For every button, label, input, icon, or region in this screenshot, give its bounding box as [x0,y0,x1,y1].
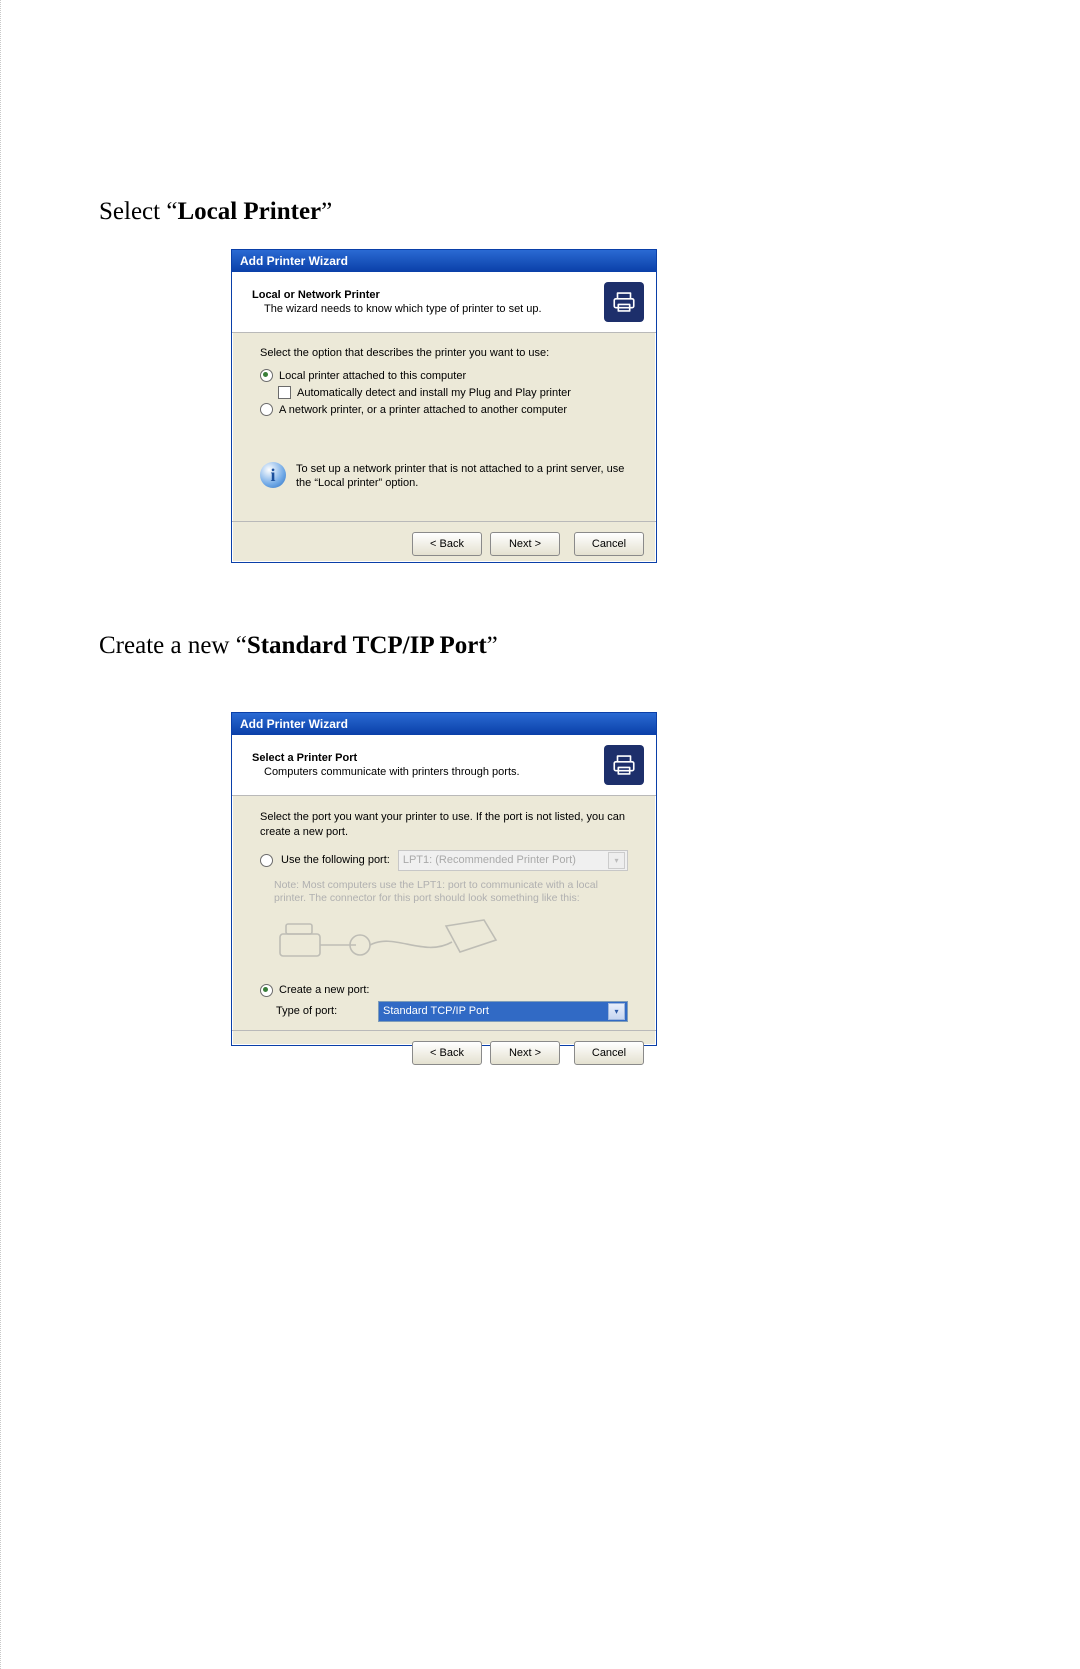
printer-icon [604,745,644,785]
text: ” [487,632,498,659]
button-label: Cancel [592,1047,626,1059]
select-value: Standard TCP/IP Port [383,1005,489,1017]
dialog-button-row: < Back Next > Cancel [232,522,656,568]
instruction-2: Create a new “Standard TCP/IP Port” [99,632,498,660]
text-bold: Local Printer [177,198,321,225]
back-button[interactable]: < Back [412,532,482,556]
dialog-prompt: Select the port you want your printer to… [260,810,628,840]
port-type-row: Type of port: Standard TCP/IP Port ▾ [260,1001,628,1022]
port-select-disabled: LPT1: (Recommended Printer Port) ▾ [398,850,628,871]
chevron-down-icon: ▾ [608,1003,625,1020]
dialog-title: Add Printer Wizard [240,717,348,731]
chevron-down-icon: ▾ [608,852,625,869]
field-label: Type of port: [276,1005,370,1017]
radio-network-printer[interactable]: A network printer, or a printer attached… [260,403,628,416]
radio-label: Create a new port: [279,984,370,996]
cancel-button[interactable]: Cancel [574,532,644,556]
document-page: Select “Local Printer” Add Printer Wizar… [0,0,1080,1669]
dialog-prompt: Select the option that describes the pri… [260,347,628,359]
printer-icon [604,282,644,322]
checkbox-auto-detect[interactable]: Automatically detect and install my Plug… [278,386,628,399]
button-label: < Back [430,538,464,550]
instruction-1: Select “Local Printer” [99,198,332,226]
dialog-heading: Select a Printer Port [252,752,520,764]
text: ” [321,198,332,225]
info-icon: i [260,462,286,488]
dialog-heading: Local or Network Printer [252,289,542,301]
dialog-body: Select the port you want your printer to… [232,796,656,1030]
radio-use-following-port[interactable]: Use the following port: LPT1: (Recommend… [260,850,628,871]
button-label: Next > [509,1047,541,1059]
dialog-select-printer-port: Add Printer Wizard Select a Printer Port… [231,712,657,1046]
dialog-titlebar: Add Printer Wizard [232,250,656,272]
dialog-titlebar: Add Printer Wizard [232,713,656,735]
radio-label: Local printer attached to this computer [279,370,466,382]
radio-local-printer[interactable]: Local printer attached to this computer [260,369,628,382]
radio-create-new-port[interactable]: Create a new port: [260,984,628,997]
dialog-title: Add Printer Wizard [240,254,348,268]
next-button[interactable]: Next > [490,532,560,556]
radio-icon [260,403,273,416]
dialog-header-text: Local or Network Printer The wizard need… [252,289,542,315]
next-button[interactable]: Next > [490,1041,560,1065]
dialog-local-or-network: Add Printer Wizard Local or Network Prin… [231,249,657,563]
dialog-subheading: Computers communicate with printers thro… [264,766,520,778]
text: Create a new “ [99,632,247,659]
dialog-header-text: Select a Printer Port Computers communic… [252,752,520,778]
connector-illustration [274,912,628,974]
checkbox-icon [278,386,291,399]
radio-icon [260,369,273,382]
checkbox-label: Automatically detect and install my Plug… [297,387,571,399]
dialog-header: Select a Printer Port Computers communic… [232,735,656,796]
port-type-select[interactable]: Standard TCP/IP Port ▾ [378,1001,628,1022]
button-label: Cancel [592,538,626,550]
info-text: To set up a network printer that is not … [296,462,628,491]
info-box: i To set up a network printer that is no… [260,462,628,491]
radio-icon [260,854,273,867]
dialog-header: Local or Network Printer The wizard need… [232,272,656,333]
select-value: LPT1: (Recommended Printer Port) [403,854,576,866]
back-button[interactable]: < Back [412,1041,482,1065]
dialog-body: Select the option that describes the pri… [232,333,656,521]
cancel-button[interactable]: Cancel [574,1041,644,1065]
button-label: < Back [430,1047,464,1059]
text-bold: Standard TCP/IP Port [247,632,487,659]
button-label: Next > [509,538,541,550]
text: Select “ [99,198,177,225]
radio-label: A network printer, or a printer attached… [279,404,567,416]
dialog-subheading: The wizard needs to know which type of p… [264,303,542,315]
radio-label: Use the following port: [281,854,390,866]
dialog-button-row: < Back Next > Cancel [232,1031,656,1077]
radio-icon [260,984,273,997]
port-note: Note: Most computers use the LPT1: port … [274,879,628,906]
